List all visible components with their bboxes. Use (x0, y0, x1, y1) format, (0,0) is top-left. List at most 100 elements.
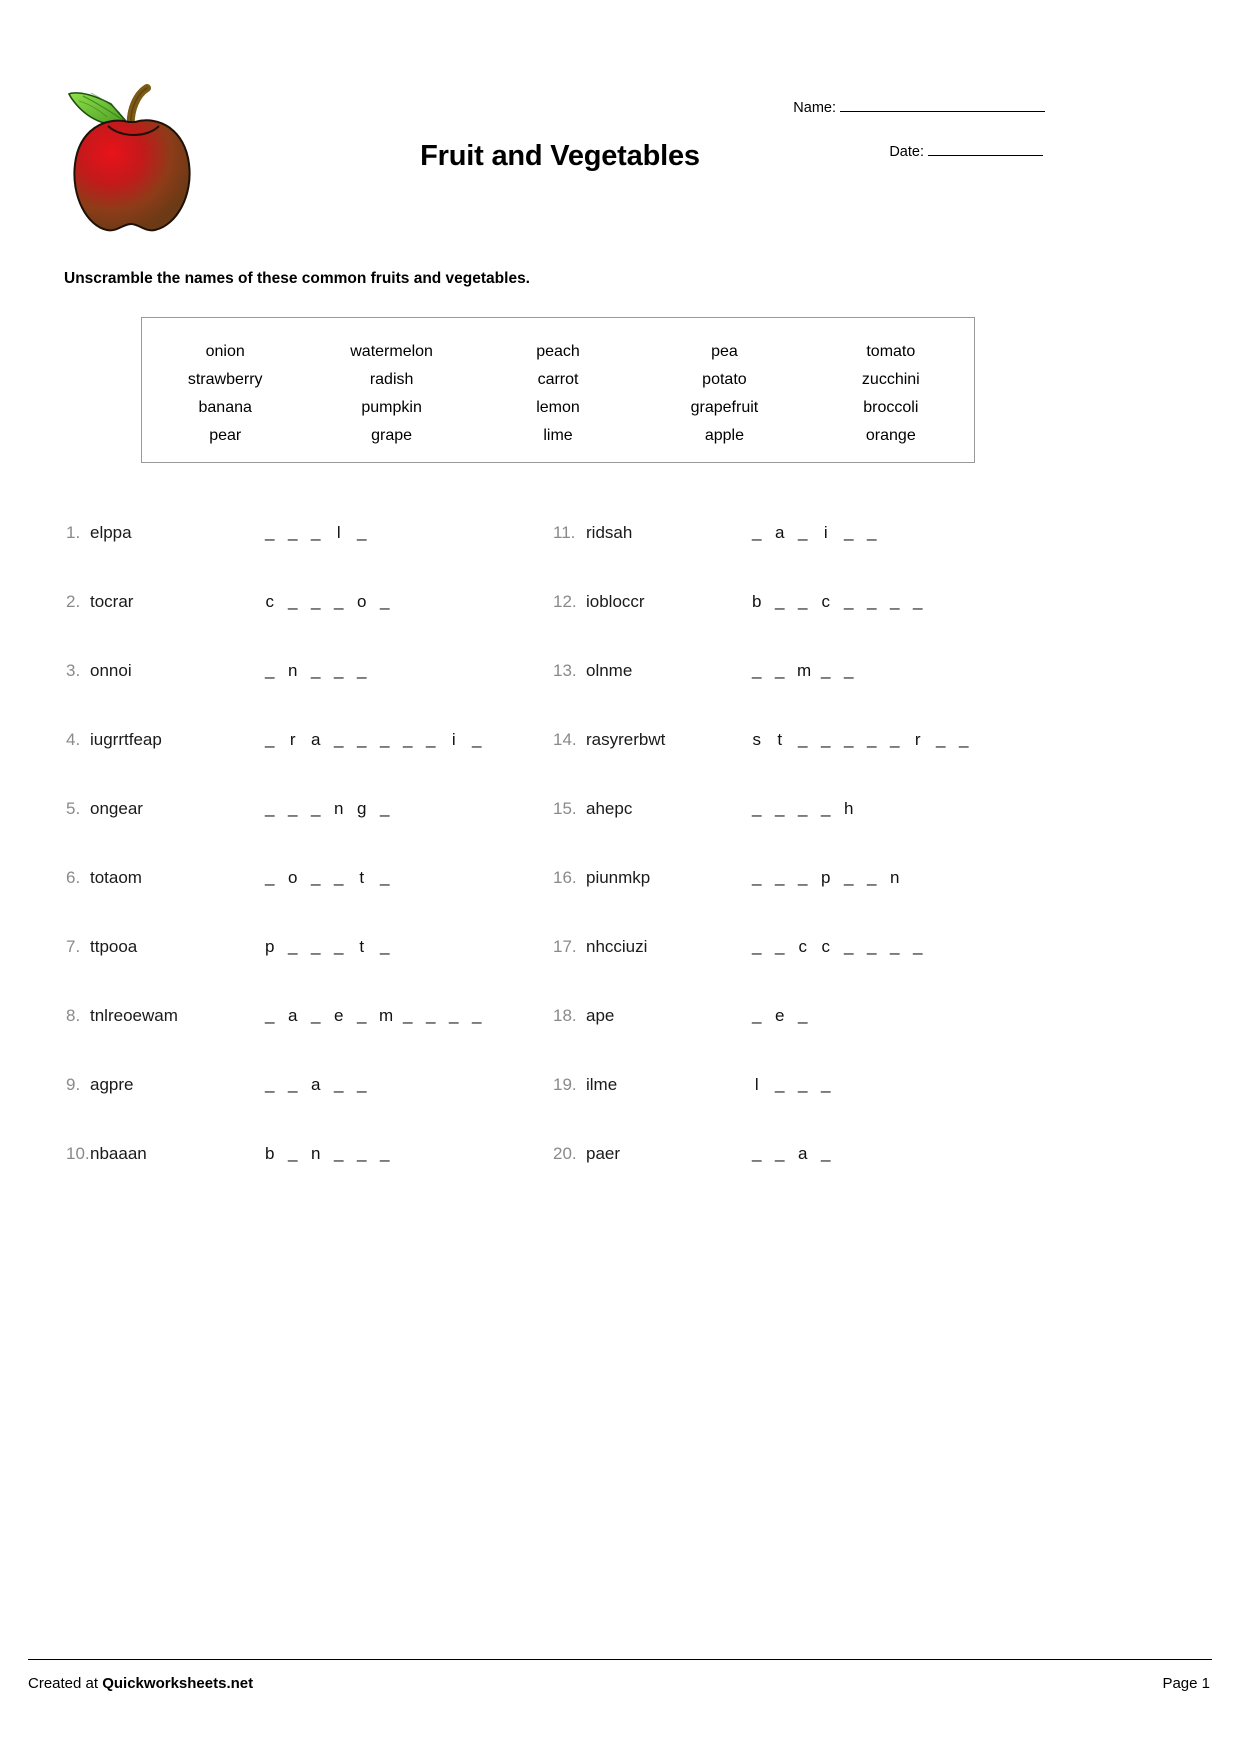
answer-blank-slot[interactable]: _ (889, 936, 901, 956)
answer-blank-slot[interactable]: _ (333, 660, 345, 680)
answer-slots[interactable]: _ _ _ _ h (751, 798, 866, 819)
answer-blank-slot[interactable]: _ (333, 936, 345, 956)
answer-blank-slot[interactable]: _ (425, 729, 437, 749)
answer-blank-slot[interactable]: _ (356, 1005, 368, 1025)
answer-blank-slot[interactable]: _ (310, 798, 322, 818)
answer-blank-slot[interactable]: _ (935, 729, 947, 749)
answer-slots[interactable]: c _ _ _ o _ (264, 591, 402, 612)
answer-slots[interactable]: _ r a _ _ _ _ _ i _ (264, 729, 494, 750)
answer-slots[interactable]: _ _ _ p _ _ n (751, 867, 912, 888)
answer-blank-slot[interactable]: _ (379, 867, 391, 887)
answer-slots[interactable]: _ _ m _ _ (751, 660, 866, 681)
answer-slots[interactable]: _ _ _ l _ (264, 522, 379, 543)
answer-blank-slot[interactable]: _ (287, 591, 299, 611)
answer-blank-slot[interactable]: _ (797, 1005, 809, 1025)
answer-blank-slot[interactable]: _ (774, 660, 786, 680)
answer-blank-slot[interactable]: _ (751, 1143, 763, 1163)
answer-blank-slot[interactable]: _ (264, 867, 276, 887)
answer-blank-slot[interactable]: _ (333, 1074, 345, 1094)
answer-slots[interactable]: p _ _ _ t _ (264, 936, 402, 957)
name-blank[interactable] (840, 111, 1045, 112)
answer-blank-slot[interactable]: _ (912, 591, 924, 611)
answer-blank-slot[interactable]: _ (774, 867, 786, 887)
answer-blank-slot[interactable]: _ (866, 729, 878, 749)
answer-blank-slot[interactable]: _ (751, 798, 763, 818)
answer-blank-slot[interactable]: _ (310, 1005, 322, 1025)
answer-blank-slot[interactable]: _ (843, 936, 855, 956)
answer-slots[interactable]: _ _ a _ (751, 1143, 843, 1164)
answer-slots[interactable]: b _ _ c _ _ _ _ (751, 591, 935, 612)
answer-slots[interactable]: l _ _ _ (751, 1074, 843, 1095)
answer-slots[interactable]: _ a _ e _ m _ _ _ _ (264, 1005, 494, 1026)
answer-blank-slot[interactable]: _ (843, 591, 855, 611)
answer-blank-slot[interactable]: _ (751, 522, 763, 542)
answer-slots[interactable]: _ _ c c _ _ _ _ (751, 936, 935, 957)
answer-blank-slot[interactable]: _ (356, 729, 368, 749)
answer-blank-slot[interactable]: _ (264, 1005, 276, 1025)
answer-blank-slot[interactable]: _ (402, 729, 414, 749)
answer-blank-slot[interactable]: _ (287, 798, 299, 818)
answer-blank-slot[interactable]: _ (264, 1074, 276, 1094)
answer-blank-slot[interactable]: _ (820, 729, 832, 749)
answer-blank-slot[interactable]: _ (333, 591, 345, 611)
answer-blank-slot[interactable]: _ (866, 936, 878, 956)
answer-blank-slot[interactable]: _ (751, 867, 763, 887)
answer-blank-slot[interactable]: _ (889, 729, 901, 749)
answer-blank-slot[interactable]: _ (287, 936, 299, 956)
answer-blank-slot[interactable]: _ (379, 798, 391, 818)
answer-blank-slot[interactable]: _ (264, 798, 276, 818)
date-blank[interactable] (928, 155, 1043, 156)
answer-blank-slot[interactable]: _ (264, 522, 276, 542)
answer-blank-slot[interactable]: _ (866, 522, 878, 542)
answer-blank-slot[interactable]: _ (774, 798, 786, 818)
answer-blank-slot[interactable]: _ (866, 867, 878, 887)
answer-blank-slot[interactable]: _ (264, 729, 276, 749)
answer-blank-slot[interactable]: _ (287, 522, 299, 542)
answer-blank-slot[interactable]: _ (843, 522, 855, 542)
answer-blank-slot[interactable]: _ (379, 936, 391, 956)
answer-blank-slot[interactable]: _ (866, 591, 878, 611)
answer-blank-slot[interactable]: _ (751, 1005, 763, 1025)
answer-blank-slot[interactable]: _ (356, 522, 368, 542)
answer-blank-slot[interactable]: _ (379, 591, 391, 611)
answer-blank-slot[interactable]: _ (333, 867, 345, 887)
answer-blank-slot[interactable]: _ (820, 1143, 832, 1163)
answer-blank-slot[interactable]: _ (333, 729, 345, 749)
answer-blank-slot[interactable]: _ (889, 591, 901, 611)
answer-blank-slot[interactable]: _ (843, 867, 855, 887)
answer-blank-slot[interactable]: _ (912, 936, 924, 956)
answer-blank-slot[interactable]: _ (356, 660, 368, 680)
answer-blank-slot[interactable]: _ (310, 936, 322, 956)
answer-blank-slot[interactable]: _ (310, 660, 322, 680)
answer-blank-slot[interactable]: _ (797, 1074, 809, 1094)
answer-slots[interactable]: _ n _ _ _ (264, 660, 379, 681)
answer-blank-slot[interactable]: _ (797, 867, 809, 887)
answer-blank-slot[interactable]: _ (820, 798, 832, 818)
answer-blank-slot[interactable]: _ (774, 1074, 786, 1094)
answer-blank-slot[interactable]: _ (797, 729, 809, 749)
answer-blank-slot[interactable]: _ (797, 591, 809, 611)
answer-blank-slot[interactable]: _ (425, 1005, 437, 1025)
answer-blank-slot[interactable]: _ (310, 867, 322, 887)
answer-blank-slot[interactable]: _ (751, 936, 763, 956)
answer-blank-slot[interactable]: _ (310, 522, 322, 542)
answer-slots[interactable]: _ _ _ n g _ (264, 798, 402, 819)
answer-blank-slot[interactable]: _ (843, 660, 855, 680)
answer-blank-slot[interactable]: _ (287, 1143, 299, 1163)
answer-slots[interactable]: b _ n _ _ _ (264, 1143, 402, 1164)
answer-blank-slot[interactable]: _ (958, 729, 970, 749)
answer-blank-slot[interactable]: _ (471, 729, 483, 749)
answer-blank-slot[interactable]: _ (774, 936, 786, 956)
answer-slots[interactable]: _ e _ (751, 1005, 820, 1026)
answer-blank-slot[interactable]: _ (356, 1143, 368, 1163)
answer-blank-slot[interactable]: _ (379, 729, 391, 749)
answer-blank-slot[interactable]: _ (264, 660, 276, 680)
answer-slots[interactable]: _ _ a _ _ (264, 1074, 379, 1095)
answer-blank-slot[interactable]: _ (843, 729, 855, 749)
answer-blank-slot[interactable]: _ (820, 1074, 832, 1094)
answer-blank-slot[interactable]: _ (820, 660, 832, 680)
answer-blank-slot[interactable]: _ (310, 591, 322, 611)
answer-slots[interactable]: s t _ _ _ _ _ r _ _ (751, 729, 981, 750)
answer-blank-slot[interactable]: _ (751, 660, 763, 680)
answer-blank-slot[interactable]: _ (448, 1005, 460, 1025)
